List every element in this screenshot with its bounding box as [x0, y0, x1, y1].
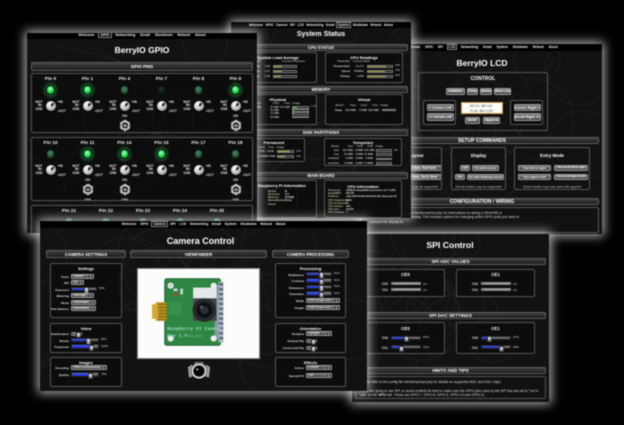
svg-text:Raspberry Pi Camera: Raspberry Pi Camera — [167, 326, 222, 332]
svg-text:Rev 1.0: Rev 1.0 — [167, 333, 187, 339]
svg-text:©RS 2013: ©RS 2013 — [188, 334, 202, 338]
